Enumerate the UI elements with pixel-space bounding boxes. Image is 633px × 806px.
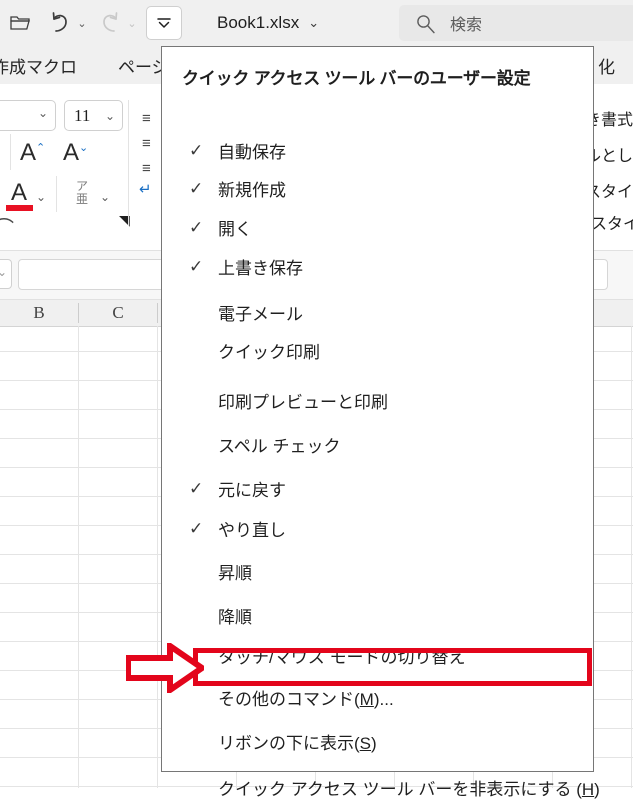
ribbon-divider-2 [56,176,57,212]
menu-item-label: クイック印刷 [218,342,320,362]
open-button[interactable] [0,6,40,40]
name-box[interactable]: ⌄ [0,259,12,289]
ribbon-divider [10,134,11,170]
menu-header-title: クイック アクセス ツール バーのユーザー設定 [182,69,531,88]
quick-access-toolbar: ⌄ ⌄ [0,0,182,46]
menu-item-0[interactable]: ✓ 自動保存 [163,131,594,169]
shrink-font-caret-down-icon: ⌄ [79,142,89,154]
menu-item-label: 降順 [218,607,252,627]
phonetic-guide-button[interactable]: ア亜 [71,180,93,206]
grow-font-caret-up-icon: ⌃ [36,142,46,154]
font-color-chevron-down-icon[interactable]: ⌄ [36,190,46,204]
customize-quick-access-toolbar-button[interactable] [146,6,182,40]
menu-item-label: 印刷プレビューと印刷 [218,392,388,412]
undo-button[interactable] [40,6,80,40]
font-size-combobox[interactable]: 11 ⌄ [64,100,123,131]
document-title-chevron-down-icon[interactable]: ⌄ [308,15,319,31]
menu-item-label: 上書き保存 [218,258,303,278]
red-arrow-pointing-right [126,643,204,693]
grow-font-label: A [20,139,37,166]
column-divider[interactable] [157,303,158,323]
ribbon-tab-partial[interactable]: 化 [598,46,615,84]
document-title-text: Book1.xlsx [217,13,300,32]
font-color-button[interactable]: A [4,179,34,211]
menu-item-label: その他のコマンド(M)... [218,689,394,709]
quick-access-toolbar-customize-menu: クイック アクセス ツール バーのユーザー設定 ✓ 自動保存 ✓ 新規作成 ✓ 開く ✓ 上書… [161,46,600,799]
phonetic-guide-label: ア亜 [75,179,88,206]
check-icon: ✓ [189,217,204,237]
menu-item-14[interactable]: リボンの下に表示(S) [163,722,594,760]
check-icon: ✓ [189,478,204,498]
font-name-chevron-down-icon[interactable]: ⌄ [38,106,48,120]
borders-icon[interactable]: ⌒ [0,212,14,241]
menu-item-label: 電子メール [218,304,303,324]
menu-item-label: 昇順 [218,563,252,583]
menu-item-9[interactable]: ✓ やり直し [163,509,594,547]
menu-item-label: 元に戻す [218,480,286,500]
title-bar: ⌄ ⌄ Book1.xlsx ⌄ 検索 [0,0,633,46]
font-name-combobox[interactable]: ⌄ [0,100,56,131]
phonetic-chevron-down-icon[interactable]: ⌄ [100,190,110,204]
grow-font-button[interactable]: A⌃ [20,139,45,167]
menu-item-15[interactable]: クイック アクセス ツール バーを非表示にする (H) [163,768,600,806]
shrink-font-label: A [63,139,80,166]
menu-item-1[interactable]: ✓ 新規作成 [163,169,594,207]
column-header-c[interactable]: C [79,300,157,326]
wrap-text-icon[interactable]: ↵ [139,180,152,198]
redo-icon [103,12,118,32]
check-icon: ✓ [189,518,204,538]
menu-item-label: クイック アクセス ツール バーを非表示にする (H) [218,779,600,799]
document-title[interactable]: Book1.xlsx ⌄ [217,0,319,46]
check-icon: ✓ [189,140,204,160]
alignment-icons[interactable]: ≡ ≡ ≡ [142,106,151,181]
check-icon: ✓ [189,256,204,276]
customize-qat-icon [157,18,171,28]
font-size-chevron-down-icon[interactable]: ⌄ [105,109,115,123]
menu-item-7[interactable]: スペル チェック [163,425,594,463]
font-color-label: A [10,179,27,206]
ribbon-group-divider [128,100,129,226]
search-box[interactable]: 検索 [399,5,633,41]
style-item-styles[interactable]: スタイ [591,210,633,234]
search-icon [417,14,435,33]
menu-item-11[interactable]: 降順 [163,596,594,634]
menu-item-2[interactable]: ✓ 開く [163,208,594,246]
menu-item-label: 新規作成 [218,180,286,200]
column-header-b[interactable]: B [0,300,78,326]
menu-item-8[interactable]: ✓ 元に戻す [163,469,594,507]
menu-item-label: スペル チェック [218,436,341,456]
menu-item-4[interactable]: 電子メール [163,293,594,331]
redo-button[interactable] [90,6,130,40]
menu-item-5[interactable]: クイック印刷 [163,331,594,369]
font-size-value: 11 [74,105,91,125]
menu-item-label: タッチ/マウス モードの切り替え [218,647,466,667]
menu-item-label: 開く [218,219,252,239]
menu-item-13[interactable]: その他のコマンド(M)... [163,678,594,716]
check-icon: ✓ [189,178,204,198]
name-box-chevron-down-icon[interactable]: ⌄ [0,265,7,279]
menu-item-label: 自動保存 [218,142,286,162]
undo-icon [52,12,67,32]
search-placeholder: 検索 [450,17,483,34]
menu-item-6[interactable]: 印刷プレビューと印刷 [163,381,594,419]
menu-item-label: リボンの下に表示(S) [218,733,377,753]
menu-item-10[interactable]: 昇順 [163,552,594,590]
menu-item-label: やり直し [218,520,286,540]
menu-item-12[interactable]: タッチ/マウス モードの切り替え [163,636,594,674]
ribbon-tab-macro[interactable]: 作成マクロ [0,46,77,84]
shrink-font-button[interactable]: A⌄ [63,139,88,167]
open-icon [10,16,30,30]
menu-item-3[interactable]: ✓ 上書き保存 [163,247,594,285]
